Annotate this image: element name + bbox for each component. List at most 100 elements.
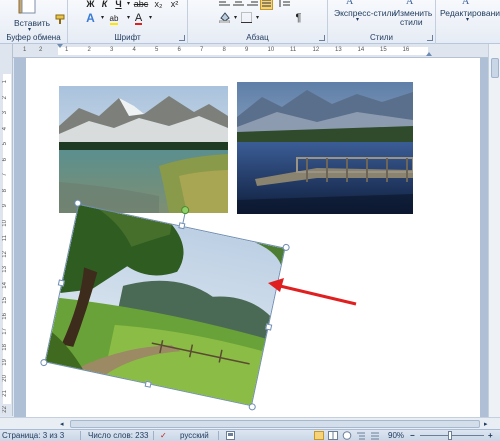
clipboard-group: Вставить ▾ Буфер обмена: [0, 0, 68, 44]
ruler-number: 9: [245, 47, 249, 53]
paste-icon[interactable]: [16, 0, 38, 14]
ruler-number: 13: [2, 266, 8, 273]
italic-button[interactable]: К: [98, 0, 111, 10]
ruler-number: 2: [87, 47, 91, 53]
ruler-number: 6: [177, 47, 181, 53]
pilcrow-button[interactable]: ¶: [292, 12, 305, 24]
ruler-number: 8: [222, 47, 226, 53]
vertical-ruler[interactable]: 1 2 3 4 5 6 7 8 9 10 11 12 13 14 15 16 17 18 19 20 21 22: [0, 44, 13, 416]
superscript-button[interactable]: x²: [168, 0, 181, 10]
ruler-number: 2: [2, 95, 8, 99]
ruler-number: 12: [2, 250, 8, 258]
view-outline-icon[interactable]: [356, 431, 366, 441]
align-center-icon[interactable]: [232, 0, 245, 10]
status-bar: Страница: 3 из 3 Число слов: 233 ✓ русск…: [0, 429, 500, 441]
paste-dropdown-icon[interactable]: ▾: [28, 26, 31, 33]
justify-icon[interactable]: [260, 0, 273, 10]
word-count[interactable]: Число слов: 233: [88, 431, 148, 440]
express-styles-dropdown-icon[interactable]: ▾: [356, 16, 359, 23]
ruler-number: 10: [2, 219, 8, 227]
scroll-right-icon[interactable]: ▸: [484, 420, 488, 428]
zoom-out-button[interactable]: −: [410, 431, 415, 440]
subscript-button[interactable]: x₂: [152, 0, 165, 10]
editing-dropdown-icon[interactable]: ▾: [466, 16, 469, 23]
proofing-icon[interactable]: ✓: [160, 431, 167, 440]
view-reading-icon[interactable]: [328, 431, 338, 441]
horizontal-ruler[interactable]: 1 2 1 2 3 4 5 6 7 8 9 10 11 12 13 14 15 16: [2, 44, 500, 58]
page-count[interactable]: Страница: 3 из 3: [2, 431, 64, 440]
ribbon: Вставить ▾ Буфер обмена Ж К Ч ▾ abc x₂ x…: [0, 0, 500, 44]
ruler-number: 9: [2, 204, 8, 208]
ruler-number: 16: [402, 47, 410, 53]
horizontal-scrollbar[interactable]: ◂ ▸: [0, 417, 500, 429]
ruler-number: 16: [2, 312, 8, 320]
paragraph-group: ▾ ▾ ¶ Абзац: [188, 0, 328, 44]
ruler-number: 15: [380, 47, 387, 53]
editing-button[interactable]: Редактирование: [440, 8, 500, 18]
zoom-in-button[interactable]: +: [488, 431, 493, 440]
highlight-button[interactable]: ab: [106, 12, 122, 25]
styles-dialog-launcher[interactable]: [427, 35, 433, 41]
arrow-head: [268, 278, 284, 292]
highlight-letters: ab: [109, 14, 119, 25]
ruler-number: 5: [155, 47, 159, 53]
scroll-left-icon[interactable]: ◂: [60, 420, 64, 428]
paragraph-group-label: Абзац: [246, 33, 269, 42]
ruler-number: 19: [2, 359, 8, 366]
ruler-number: 1: [2, 80, 8, 84]
right-indent-marker[interactable]: [426, 52, 432, 56]
font-color-dropdown-icon[interactable]: ▾: [144, 12, 157, 24]
align-right-icon[interactable]: [246, 0, 259, 10]
indent-marker[interactable]: [57, 44, 63, 48]
zoom-slider[interactable]: [420, 435, 484, 436]
zoom-level[interactable]: 90%: [388, 431, 404, 440]
resize-handle-top[interactable]: [178, 222, 186, 230]
svg-text:A: A: [406, 0, 414, 6]
ruler-number: 12: [312, 47, 320, 53]
vertical-scrollbar-thumb[interactable]: [491, 58, 499, 78]
ruler-number: 17: [2, 328, 8, 335]
view-print-layout-icon[interactable]: [314, 431, 324, 441]
ruler-number: 11: [290, 47, 297, 53]
zoom-slider-thumb[interactable]: [448, 431, 452, 440]
horizontal-scrollbar-thumb[interactable]: [70, 420, 480, 428]
express-styles-button[interactable]: Экспресс-стили: [334, 8, 396, 18]
express-styles-icon[interactable]: A: [344, 0, 364, 7]
ruler-number: 22: [2, 405, 8, 413]
resize-handle-bottom[interactable]: [144, 380, 152, 388]
clipboard-group-label: Буфер обмена: [6, 33, 61, 42]
align-left-icon[interactable]: [218, 0, 231, 10]
borders-dropdown-icon[interactable]: ▾: [251, 12, 264, 24]
status-separator: [80, 431, 81, 440]
ruler-number: 4: [2, 126, 8, 130]
ruler-number: 11: [2, 235, 8, 242]
status-separator: [153, 431, 154, 440]
resize-handle-right[interactable]: [265, 323, 273, 331]
lake-pier-image[interactable]: [237, 82, 413, 214]
horizontal-ruler-text-area: [58, 47, 428, 55]
language-indicator[interactable]: русский: [180, 431, 209, 440]
strikethrough-button[interactable]: abc: [132, 0, 150, 10]
editing-icon[interactable]: A: [460, 0, 476, 7]
paragraph-dialog-launcher[interactable]: [319, 35, 325, 41]
vertical-scrollbar[interactable]: [488, 44, 500, 418]
ruler-number: 10: [267, 47, 275, 53]
change-styles-icon[interactable]: A: [404, 0, 420, 7]
change-styles-button-line2[interactable]: стили: [400, 17, 423, 27]
resize-handle-left[interactable]: [57, 279, 65, 287]
styles-group: A Экспресс-стили ▾ A Изменить стили Стил…: [328, 0, 436, 44]
view-draft-icon[interactable]: [370, 431, 380, 441]
font-dialog-launcher[interactable]: [179, 35, 185, 41]
ruler-number: 3: [2, 111, 8, 115]
paste-button[interactable]: Вставить: [14, 18, 50, 28]
format-painter-icon[interactable]: [54, 14, 67, 26]
bold-button[interactable]: Ж: [84, 0, 97, 10]
macro-record-icon[interactable]: [226, 431, 235, 441]
ruler-number: 5: [2, 142, 8, 146]
line-spacing-icon[interactable]: [278, 0, 291, 10]
editing-group: A Редактирование ▾: [436, 0, 500, 44]
view-web-icon[interactable]: [342, 431, 352, 441]
mountain-lake-image[interactable]: [59, 86, 228, 213]
ruler-number: 18: [2, 343, 8, 351]
ruler-number: 2: [39, 47, 43, 53]
